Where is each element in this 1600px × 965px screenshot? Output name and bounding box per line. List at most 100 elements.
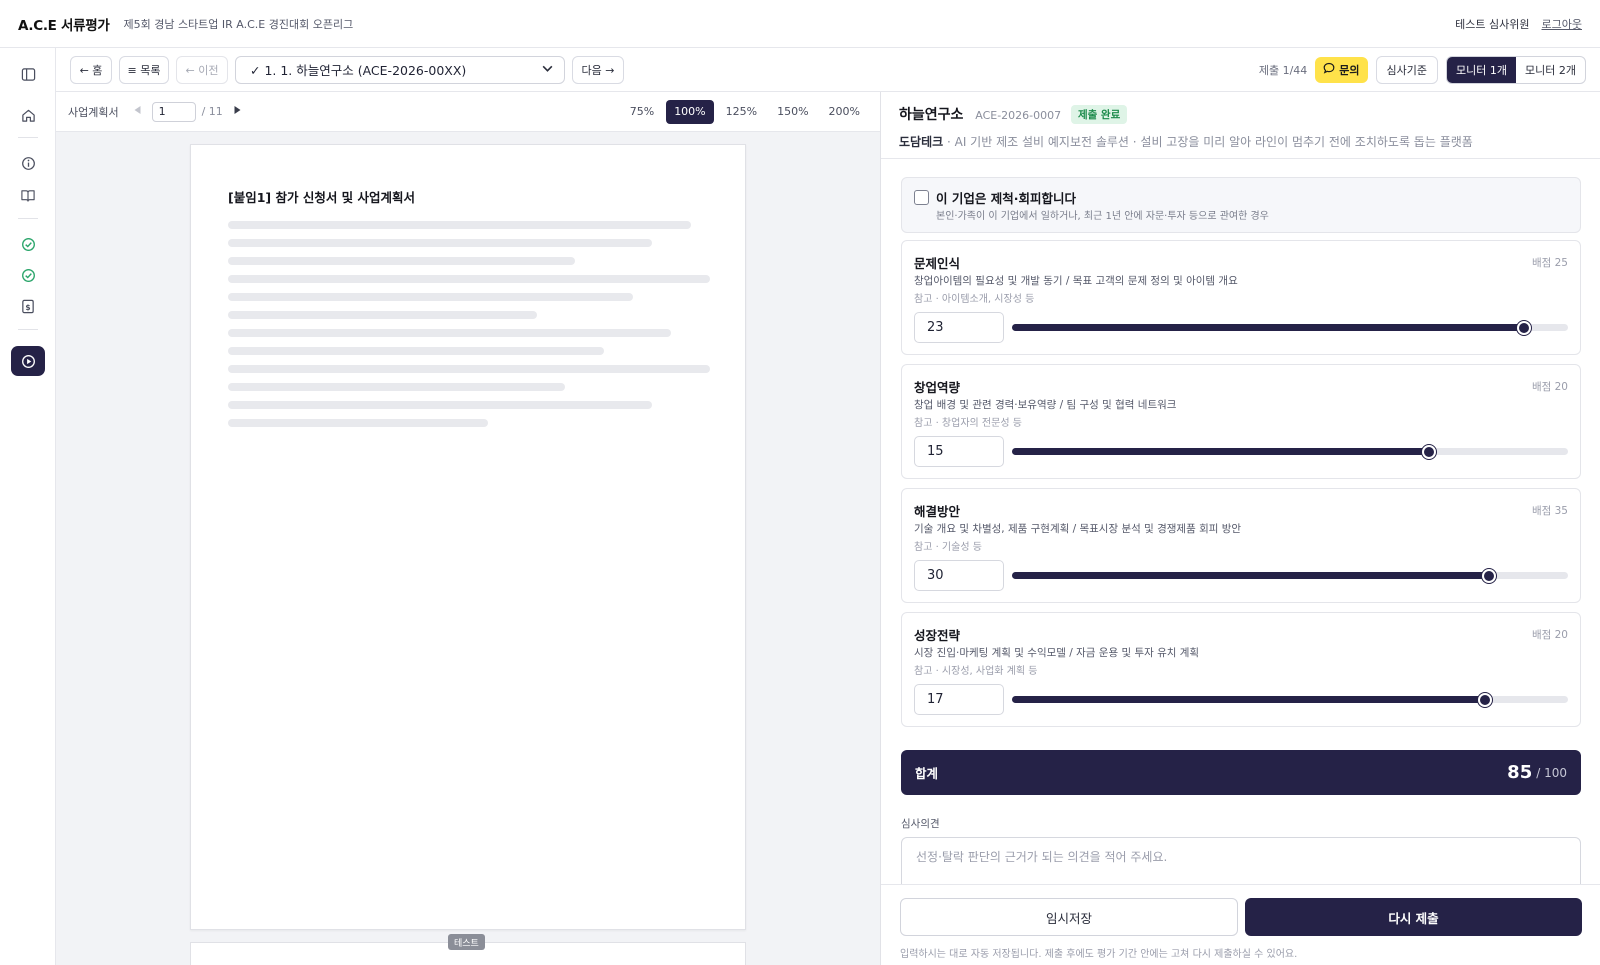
placeholder-line [228, 329, 671, 337]
criteria-button[interactable]: 심사기준 [1375, 55, 1439, 84]
book-icon[interactable] [18, 185, 38, 205]
criterion-reference: 참고 · 아이템소개, 시장성 등 [914, 294, 1035, 305]
next-button[interactable]: 다음 → [572, 55, 624, 84]
placeholder-line [228, 221, 691, 229]
next-page-icon[interactable] [233, 105, 242, 118]
score-slider-fill [1012, 324, 1524, 331]
company-header: 하늘연구소 ACE-2026-0007 제출 완료 도담테크 · AI 기반 제… [899, 104, 1579, 150]
company-select[interactable]: ✓ 1. 1. 하늘연구소 (ACE-2026-00XX) [235, 55, 565, 84]
team-name: 도담테크 [899, 135, 944, 149]
prev-page-icon[interactable] [133, 105, 142, 118]
toolbar: ← 홈 ≡ 목록 ← 이전 ✓ 1. 1. 하늘연구소 (ACE-2026-00… [56, 48, 1600, 92]
event-subtitle: 제5회 경남 스타트업 IR A.C.E 경진대회 오픈리그 [123, 17, 354, 31]
company-id: ACE-2026-0007 [975, 109, 1062, 122]
evaluation-panel: 하늘연구소 ACE-2026-0007 제출 완료 도담테크 · AI 기반 제… [881, 92, 1600, 965]
page-total: / 11 [201, 105, 223, 118]
score-input[interactable]: 17 [914, 684, 1004, 715]
criterion-description: 창업아이템의 필요성 및 개발 동기 / 목표 고객의 문제 정의 및 아이템 … [914, 275, 1238, 287]
zoom-controls: 75% 100% 125% 150% 200% [622, 99, 868, 124]
autosave-note: 입력하시는 대로 자동 저장됩니다. 제출 후에도 평가 기간 안에는 고쳐 다… [900, 949, 1298, 960]
chevron-down-icon [541, 62, 554, 78]
sidebar-toggle-icon[interactable] [18, 64, 38, 84]
zoom-option[interactable]: 150% [769, 100, 816, 124]
criterion-points: 배점 25 [1531, 257, 1568, 269]
score-slider-handle[interactable] [1477, 692, 1492, 707]
score-slider-handle[interactable] [1516, 320, 1531, 335]
document-label: 사업계획서 [68, 105, 119, 119]
criterion-name: 성장전략 [914, 628, 961, 643]
score-input[interactable]: 15 [914, 436, 1004, 467]
info-icon[interactable] [18, 153, 38, 173]
score-slider[interactable] [1012, 444, 1568, 459]
zoom-option[interactable]: 125% [718, 100, 765, 124]
left-rail: $ [0, 48, 56, 965]
user-area: 테스트 심사위원 로그아웃 [1455, 16, 1582, 32]
zoom-option[interactable]: 200% [821, 100, 868, 124]
placeholder-line [228, 257, 575, 265]
score-input[interactable]: 23 [914, 312, 1004, 343]
score-slider-handle[interactable] [1422, 444, 1436, 459]
submission-count: 제출 1/44 [1258, 63, 1308, 77]
zoom-option[interactable]: 100% [666, 99, 714, 124]
conflict-checkbox[interactable] [914, 190, 929, 205]
inquiry-label: 문의 [1339, 63, 1360, 77]
score-slider[interactable] [1012, 320, 1568, 335]
score-input[interactable]: 30 [914, 560, 1004, 591]
resubmit-button[interactable]: 다시 제출 [1245, 898, 1582, 936]
criterion-points: 배점 20 [1531, 629, 1568, 641]
save-draft-button[interactable]: 임시저장 [900, 898, 1238, 936]
company-description: 도담테크 · AI 기반 제조 설비 예지보전 솔루션 · 설비 고장을 미리 … [899, 133, 1579, 150]
company-name: 하늘연구소 [899, 107, 964, 123]
document-page: [붙임1] 참가 신청서 및 사업계획서 [190, 144, 746, 930]
criterion-points: 배점 20 [1531, 381, 1568, 393]
prev-button[interactable]: ← 이전 [176, 55, 228, 84]
check-circle-icon[interactable] [18, 265, 38, 285]
criterion-card: 성장전략 배점 20 시장 진입·마케팅 계획 및 수익모델 / 자금 운용 및 투… [901, 612, 1581, 727]
user-name: 테스트 심사위원 [1455, 17, 1530, 31]
home-icon[interactable] [18, 105, 38, 125]
criterion-name: 창업역량 [914, 380, 961, 395]
toolbar-right: 제출 1/44 문의 심사기준 모니터 1개 모니터 2개 [1258, 55, 1586, 84]
test-badge: 테스트 [448, 934, 485, 950]
inquiry-button[interactable]: 문의 [1315, 56, 1368, 83]
check-circle-icon[interactable] [18, 234, 38, 254]
home-button[interactable]: ← 홈 [70, 55, 112, 84]
document-viewer: 사업계획서 1 / 11 75% 100% 125% 150% 200% [붙임1] 참… [56, 92, 881, 965]
conflict-of-interest-card[interactable]: 이 기업은 제척·회피합니다 본인·가족이 이 기업에서 일하거나, 최근 1년… [901, 177, 1581, 233]
play-circle-icon[interactable] [11, 346, 45, 376]
score-slider[interactable] [1012, 692, 1568, 707]
criterion-points: 배점 35 [1531, 505, 1568, 517]
viewer-toolbar: 사업계획서 1 / 11 75% 100% 125% 150% 200% [56, 92, 880, 132]
top-header: A.C.E 서류평가 제5회 경남 스타트업 IR A.C.E 경진대회 오픈리… [0, 0, 1600, 48]
criterion-card: 문제인식 배점 25 창업아이템의 필요성 및 개발 동기 / 목표 고객의 문제 … [901, 240, 1581, 355]
criterion-description: 기술 개요 및 차별성, 제품 구현계획 / 목표시장 분석 및 경쟁제품 회피… [914, 523, 1242, 535]
criterion-name: 문제인식 [914, 256, 961, 271]
total-value: 85 [1507, 762, 1533, 783]
score-slider-handle[interactable] [1481, 568, 1496, 583]
placeholder-line [228, 239, 652, 247]
conflict-title: 이 기업은 제척·회피합니다 [936, 191, 1076, 206]
score-slider-fill [1012, 448, 1429, 455]
score-slider-fill [1012, 696, 1485, 703]
opinion-label: 심사의견 [901, 818, 940, 830]
logout-link[interactable]: 로그아웃 [1542, 16, 1582, 32]
total-score-bar: 합계 85 / 100 [901, 750, 1581, 795]
monitor-2-button[interactable]: 모니터 2개 [1516, 57, 1585, 83]
placeholder-line [228, 365, 710, 373]
page-input[interactable]: 1 [151, 101, 196, 122]
score-slider[interactable] [1012, 568, 1568, 583]
brand-logo[interactable]: A.C.E 서류평가 [18, 14, 110, 34]
rail-divider [18, 137, 38, 138]
monitor-1-button[interactable]: 모니터 1개 [1447, 56, 1517, 83]
rail-divider [18, 329, 38, 330]
criterion-reference: 참고 · 시장성, 사업화 계획 등 [914, 666, 1038, 677]
list-button[interactable]: ≡ 목록 [119, 55, 169, 84]
document-icon[interactable]: $ [18, 296, 38, 316]
placeholder-line [228, 401, 652, 409]
criterion-name: 해결방안 [914, 504, 961, 519]
document-title: [붙임1] 참가 신청서 및 사업계획서 [228, 190, 416, 205]
total-label: 합계 [915, 766, 939, 781]
criterion-description: 창업 배경 및 관련 경력·보유역량 / 팀 구성 및 협력 네트워크 [914, 399, 1177, 411]
rail-divider [18, 218, 38, 219]
zoom-option[interactable]: 75% [622, 100, 662, 124]
